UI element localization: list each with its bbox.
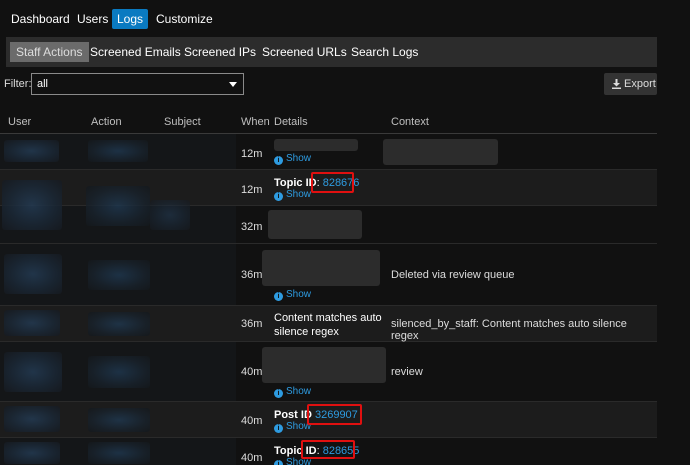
- redacted-user: [4, 140, 59, 162]
- info-icon: i: [274, 292, 283, 301]
- redacted-action: [88, 312, 150, 336]
- show-link[interactable]: i Show: [274, 289, 311, 301]
- row-when: 12m: [241, 184, 263, 196]
- details-line: Content matches auto: [274, 312, 382, 324]
- info-icon: i: [274, 460, 283, 465]
- redacted-details: [262, 250, 380, 286]
- redacted-user: [4, 310, 60, 336]
- redacted-action: [86, 186, 150, 226]
- row-when: 12m: [241, 148, 263, 160]
- row-when: 36m: [241, 269, 263, 281]
- redacted-user: [4, 406, 60, 432]
- filter-value: all: [37, 78, 49, 90]
- download-icon: [612, 79, 621, 89]
- redacted-user: [4, 442, 60, 464]
- nav-users[interactable]: Users: [72, 9, 113, 29]
- col-details: Details: [274, 116, 308, 128]
- chevron-down-icon: [229, 82, 237, 87]
- highlight-box: [311, 172, 354, 193]
- redacted-action: [88, 442, 150, 464]
- export-label: Export: [624, 78, 656, 90]
- row-details: Content matches auto silence regex: [274, 311, 382, 339]
- show-label: Show: [286, 289, 312, 300]
- tab-staff-actions[interactable]: Staff Actions: [10, 42, 89, 62]
- redacted-user: [4, 254, 62, 294]
- tab-screened-ips[interactable]: Screened IPs: [178, 42, 262, 62]
- top-nav: Dashboard Users Logs Customize: [0, 0, 690, 36]
- nav-customize[interactable]: Customize: [151, 9, 218, 29]
- row-when: 32m: [241, 221, 263, 233]
- info-icon: i: [274, 192, 283, 201]
- redacted-user: [4, 352, 62, 392]
- col-context: Context: [391, 116, 429, 128]
- nav-dashboard[interactable]: Dashboard: [6, 9, 75, 29]
- tab-search-logs[interactable]: Search Logs: [345, 42, 424, 62]
- highlight-box: [301, 440, 355, 459]
- show-label: Show: [286, 386, 312, 397]
- info-icon: i: [274, 424, 283, 433]
- col-user: User: [8, 116, 32, 128]
- redacted-subject: [150, 200, 190, 230]
- row-when: 36m: [241, 318, 263, 330]
- row-when: 40m: [241, 366, 263, 378]
- filter-label: Filter:: [4, 78, 32, 90]
- redacted-action: [88, 140, 148, 162]
- redacted-context: [383, 139, 498, 165]
- row-when: 40m: [241, 415, 263, 427]
- redacted-details: [274, 139, 358, 151]
- nav-logs[interactable]: Logs: [112, 9, 149, 29]
- info-icon: i: [274, 389, 283, 398]
- show-link[interactable]: i Show: [274, 421, 311, 433]
- show-label: Show: [286, 189, 312, 200]
- col-when: When: [241, 116, 270, 128]
- redacted-action: [88, 260, 150, 290]
- filter-select[interactable]: all: [31, 73, 244, 95]
- show-label: Show: [286, 153, 312, 164]
- info-icon: i: [274, 156, 283, 165]
- details-line: silence regex: [274, 326, 339, 338]
- tab-screened-emails[interactable]: Screened Emails: [84, 42, 187, 62]
- tab-screened-urls[interactable]: Screened URLs: [256, 42, 353, 62]
- redacted-details: [268, 210, 362, 239]
- show-link[interactable]: i Show: [274, 386, 311, 398]
- row-when: 40m: [241, 452, 263, 464]
- col-action: Action: [91, 116, 122, 128]
- row-context: review: [391, 366, 423, 378]
- row-context: silenced_by_staff: Content matches auto …: [391, 318, 627, 342]
- redacted-action: [88, 408, 150, 432]
- row-context: Deleted via review queue: [391, 269, 515, 281]
- redacted-user: [2, 180, 62, 230]
- show-link[interactable]: i Show: [274, 189, 311, 201]
- redacted-action: [88, 356, 150, 388]
- highlight-box: [307, 404, 362, 425]
- logs-subnav: Staff Actions Screened Emails Screened I…: [6, 37, 657, 67]
- redacted-details: [262, 347, 386, 383]
- col-subject: Subject: [164, 116, 201, 128]
- show-link[interactable]: i Show: [274, 153, 311, 165]
- export-button[interactable]: Export: [604, 73, 657, 95]
